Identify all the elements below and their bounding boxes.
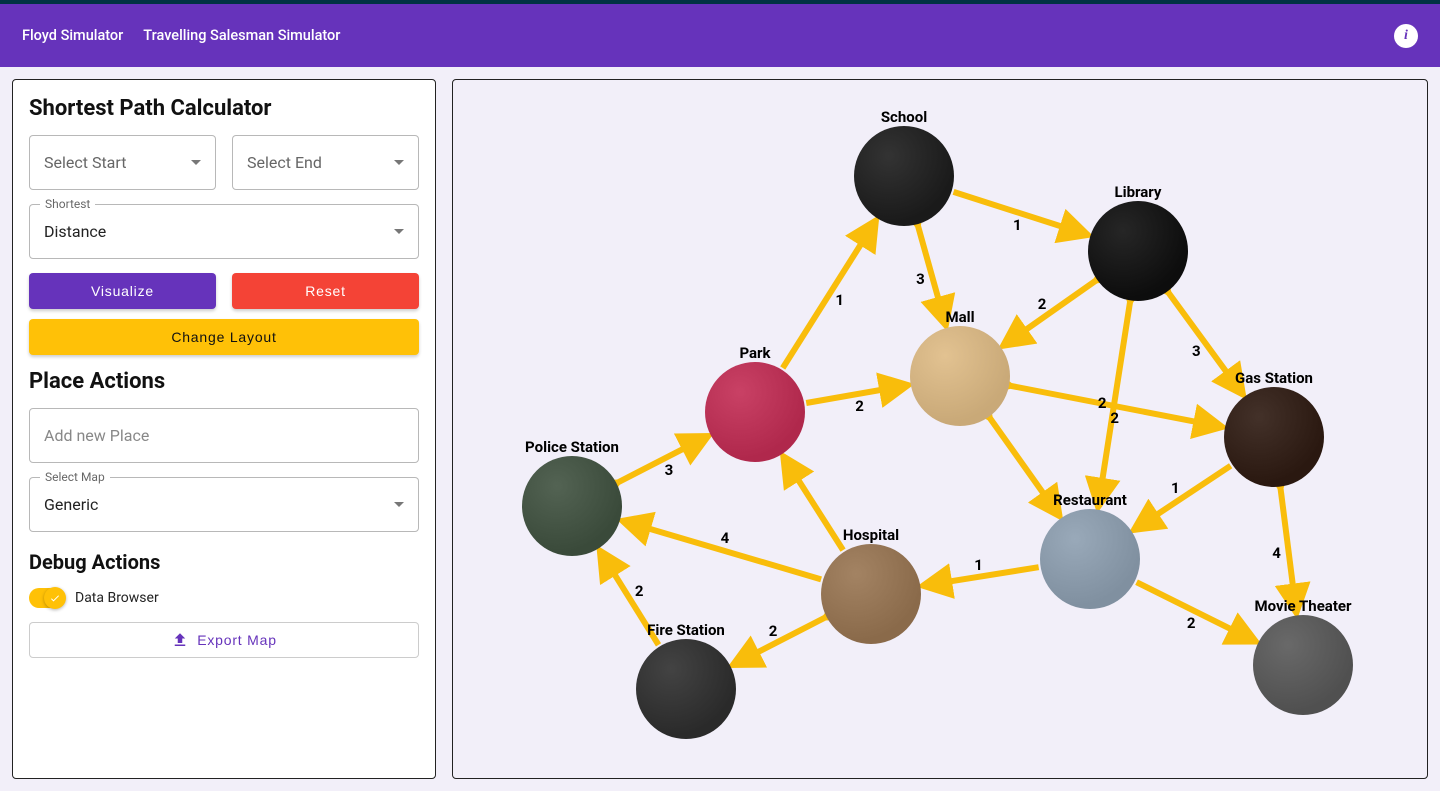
add-place-placeholder: Add new Place (44, 426, 149, 445)
debug-actions-title: Debug Actions (29, 550, 419, 574)
graph-node-library[interactable] (1088, 201, 1188, 301)
export-map-label: Export Map (197, 632, 277, 648)
edge-weight: 2 (1098, 394, 1107, 412)
chevron-down-icon (394, 160, 404, 165)
node-label: Restaurant (1053, 491, 1127, 509)
select-end-value: Select End (247, 153, 394, 172)
shortest-metric-dropdown[interactable]: Shortest Distance (29, 204, 419, 259)
graph-node-fire[interactable] (636, 639, 736, 739)
node-label: Library (1115, 183, 1162, 201)
export-map-button[interactable]: Export Map (29, 622, 419, 658)
edge-weight: 2 (635, 582, 644, 600)
edge-weight: 3 (916, 270, 925, 288)
graph-node-school[interactable] (854, 126, 954, 226)
shortest-value: Distance (44, 222, 394, 241)
chevron-down-icon (394, 502, 404, 507)
graph-node-police[interactable] (522, 456, 622, 556)
control-panel: Shortest Path Calculator Select Start Se… (12, 79, 436, 779)
edge-weight: 2 (1187, 614, 1196, 632)
select-map-dropdown[interactable]: Select Map Generic (29, 477, 419, 532)
edge-weight: 2 (1038, 295, 1047, 313)
node-label: Gas Station (1235, 369, 1313, 387)
data-browser-label: Data Browser (75, 590, 159, 606)
select-start-value: Select Start (44, 153, 191, 172)
edge-weight: 1 (1013, 216, 1022, 234)
graph-node-movie[interactable] (1253, 615, 1353, 715)
node-label: Park (739, 344, 770, 362)
edge-weight: 2 (855, 397, 864, 415)
node-label: Movie Theater (1255, 597, 1352, 615)
app-header: Floyd Simulator Travelling Salesman Simu… (0, 4, 1440, 67)
node-label: Police Station (525, 438, 619, 456)
place-actions-title: Place Actions (29, 369, 419, 394)
shortest-label: Shortest (40, 197, 95, 211)
nav-floyd-simulator[interactable]: Floyd Simulator (22, 27, 123, 44)
edge-weight: 4 (1272, 544, 1281, 562)
graph-node-park[interactable] (705, 362, 805, 462)
visualize-button[interactable]: Visualize (29, 273, 216, 309)
edge-weight: 3 (1192, 342, 1201, 360)
data-browser-toggle[interactable] (29, 588, 65, 608)
edge-weight: 4 (721, 529, 730, 547)
graph-canvas[interactable]: 1312322231412422SchoolLibraryMallGas Sta… (452, 79, 1428, 779)
shortest-path-title: Shortest Path Calculator (29, 96, 419, 121)
edge-weight: 2 (769, 622, 778, 640)
chevron-down-icon (191, 160, 201, 165)
graph-node-restaurant[interactable] (1040, 509, 1140, 609)
node-label: Hospital (843, 526, 899, 544)
node-label: Fire Station (647, 621, 725, 639)
change-layout-button[interactable]: Change Layout (29, 319, 419, 355)
node-label: Mall (945, 308, 974, 326)
edge-weight: 1 (1171, 479, 1180, 497)
upload-icon (171, 631, 189, 649)
select-start-dropdown[interactable]: Select Start (29, 135, 216, 190)
reset-button[interactable]: Reset (232, 273, 419, 309)
graph-node-mall[interactable] (910, 326, 1010, 426)
graph-node-hospital[interactable] (821, 544, 921, 644)
info-icon[interactable]: i (1394, 24, 1418, 48)
chevron-down-icon (394, 229, 404, 234)
nav-tsp-simulator[interactable]: Travelling Salesman Simulator (143, 27, 340, 44)
edge-weight: 3 (665, 461, 674, 479)
edge-weight: 2 (1110, 409, 1119, 427)
edge-weight: 1 (974, 556, 983, 574)
graph-node-gas[interactable] (1224, 387, 1324, 487)
select-map-label: Select Map (40, 470, 110, 484)
select-end-dropdown[interactable]: Select End (232, 135, 419, 190)
check-icon (49, 592, 61, 604)
edge-weight: 1 (835, 291, 844, 309)
add-place-input[interactable]: Add new Place (29, 408, 419, 463)
node-label: School (881, 108, 927, 126)
select-map-value: Generic (44, 495, 394, 514)
